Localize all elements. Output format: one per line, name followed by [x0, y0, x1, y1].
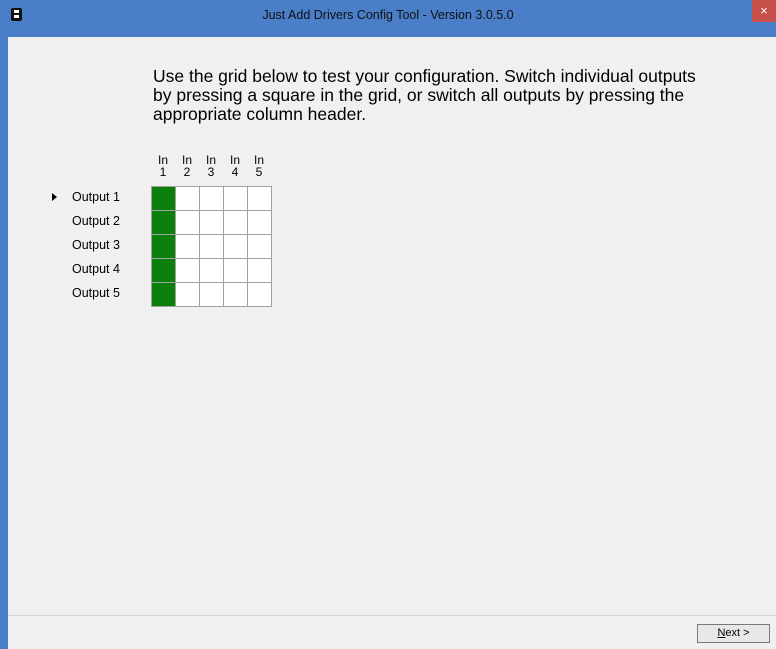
grid-cell-output-5-in-5[interactable] [248, 283, 271, 306]
grid-cell-output-2-in-1[interactable] [152, 211, 175, 234]
app-window: Just Add Drivers Config Tool - Version 3… [0, 0, 776, 649]
column-header-in-5[interactable]: In 5 [247, 154, 271, 178]
grid-cell-output-3-in-5[interactable] [248, 235, 271, 258]
window-title: Just Add Drivers Config Tool - Version 3… [262, 8, 514, 22]
column-header-line2: 1 [159, 165, 167, 179]
grid-cell-output-5-in-2[interactable] [176, 283, 199, 306]
grid-cell-output-2-in-3[interactable] [200, 211, 223, 234]
grid-cell-output-1-in-3[interactable] [200, 187, 223, 210]
column-header-line2: 4 [231, 165, 239, 179]
grid-cell-output-4-in-3[interactable] [200, 259, 223, 282]
next-button[interactable]: Next > [697, 624, 770, 643]
column-header-line2: 2 [183, 165, 191, 179]
current-row-indicator-icon [52, 193, 57, 201]
grid-cell-output-1-in-1[interactable] [152, 187, 175, 210]
grid-cell-output-2-in-4[interactable] [224, 211, 247, 234]
column-header-line2: 5 [255, 165, 263, 179]
routing-grid [151, 186, 272, 307]
grid-cell-output-4-in-1[interactable] [152, 259, 175, 282]
grid-cell-output-3-in-4[interactable] [224, 235, 247, 258]
column-header-in-2[interactable]: In 2 [175, 154, 199, 178]
next-label: ext > [725, 627, 750, 639]
row-header-output-4[interactable]: Output 4 [72, 262, 120, 276]
grid-cell-output-5-in-1[interactable] [152, 283, 175, 306]
grid-cell-output-4-in-2[interactable] [176, 259, 199, 282]
close-button[interactable]: × [752, 0, 776, 22]
grid-cell-output-1-in-5[interactable] [248, 187, 271, 210]
grid-cell-output-5-in-4[interactable] [224, 283, 247, 306]
column-header-line2: 3 [207, 165, 215, 179]
grid-cell-output-3-in-3[interactable] [200, 235, 223, 258]
title-bar[interactable]: Just Add Drivers Config Tool - Version 3… [0, 0, 776, 37]
column-header-in-3[interactable]: In 3 [199, 154, 223, 178]
row-header-output-3[interactable]: Output 3 [72, 238, 120, 252]
footer-divider [8, 615, 776, 616]
grid-cell-output-2-in-2[interactable] [176, 211, 199, 234]
grid-cell-output-3-in-2[interactable] [176, 235, 199, 258]
grid-cell-output-4-in-5[interactable] [248, 259, 271, 282]
grid-cell-output-4-in-4[interactable] [224, 259, 247, 282]
grid-cell-output-3-in-1[interactable] [152, 235, 175, 258]
grid-cell-output-5-in-3[interactable] [200, 283, 223, 306]
column-header-in-4[interactable]: In 4 [223, 154, 247, 178]
grid-cell-output-1-in-2[interactable] [176, 187, 199, 210]
instructions-text: Use the grid below to test your configur… [153, 66, 696, 124]
column-header-in-1[interactable]: In 1 [151, 154, 175, 178]
row-header-output-1[interactable]: Output 1 [72, 190, 120, 204]
grid-cell-output-2-in-5[interactable] [248, 211, 271, 234]
grid-cell-output-1-in-4[interactable] [224, 187, 247, 210]
row-header-output-2[interactable]: Output 2 [72, 214, 120, 228]
row-header-output-5[interactable]: Output 5 [72, 286, 120, 300]
client-area: Use the grid below to test your configur… [8, 37, 776, 649]
